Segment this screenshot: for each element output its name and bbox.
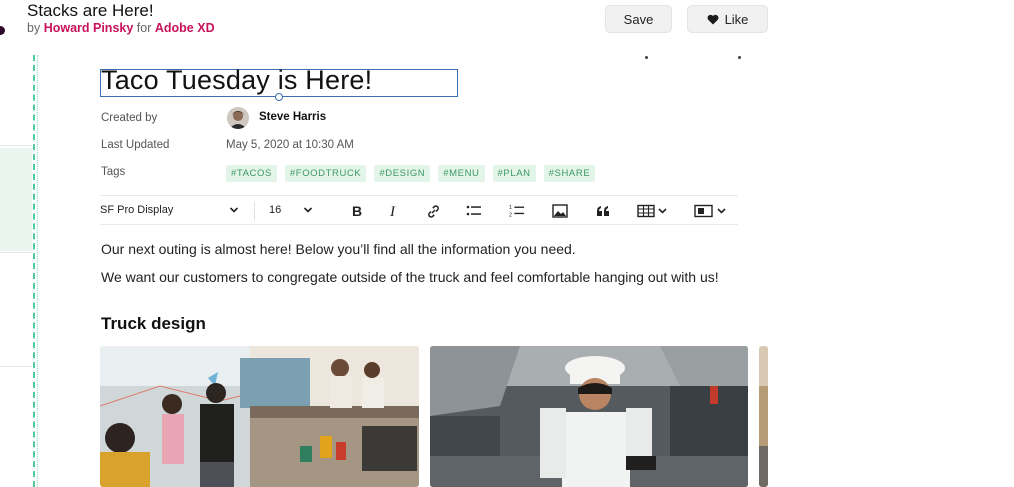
numbered-list-icon[interactable]: 12 xyxy=(509,203,525,219)
byline: by Howard Pinsky for Adobe XD xyxy=(27,21,215,35)
like-button-label: Like xyxy=(724,11,749,27)
table-icon[interactable] xyxy=(637,203,671,219)
tag[interactable]: #MENU xyxy=(438,165,485,182)
chevron-down-icon[interactable] xyxy=(303,206,313,214)
page-title: Stacks are Here! xyxy=(27,1,154,20)
font-family-select[interactable]: SF Pro Display xyxy=(100,204,173,216)
left-divider xyxy=(0,145,32,146)
save-button-label: Save xyxy=(623,11,654,27)
byline-prefix: by xyxy=(27,21,41,35)
svg-text:B: B xyxy=(352,204,362,218)
created-by-value[interactable]: Steve Harris xyxy=(259,111,326,123)
marker-dot xyxy=(645,56,648,59)
paragraph[interactable]: Our next outing is almost here! Below yo… xyxy=(101,240,741,258)
marker-dot xyxy=(738,56,741,59)
last-updated-label: Last Updated xyxy=(101,139,170,151)
byline-for: for xyxy=(136,21,152,35)
chef-photo[interactable] xyxy=(430,346,748,487)
bold-icon[interactable]: B xyxy=(349,203,365,219)
tag[interactable]: #DESIGN xyxy=(374,165,431,182)
author-link[interactable]: Howard Pinsky xyxy=(44,21,134,35)
doc-title[interactable]: Taco Tuesday is Here! xyxy=(101,65,372,96)
tags-label: Tags xyxy=(101,166,126,178)
media-icon[interactable] xyxy=(694,203,730,219)
partial-photo-image xyxy=(759,346,768,487)
paragraph[interactable]: We want our customers to congregate outs… xyxy=(101,268,741,286)
like-button[interactable]: Like xyxy=(687,5,768,33)
tag[interactable]: #SHARE xyxy=(543,165,596,182)
toolbar-divider xyxy=(254,202,255,220)
truck-photo-image xyxy=(100,346,419,487)
bulleted-list-icon[interactable] xyxy=(466,203,482,219)
last-updated-value: May 5, 2020 at 10:30 AM xyxy=(226,139,354,151)
guide-line xyxy=(37,55,38,487)
quote-icon[interactable] xyxy=(595,203,611,219)
format-toolbar: SF Pro Display 16 B I 12 xyxy=(100,195,738,225)
created-by-label: Created by xyxy=(101,112,158,124)
brand-dot xyxy=(0,26,5,35)
chef-photo-image xyxy=(430,346,748,487)
tag[interactable]: #TACOS xyxy=(226,165,277,182)
link-icon[interactable] xyxy=(425,203,441,219)
selection-handle[interactable] xyxy=(275,93,283,101)
left-selected-item[interactable] xyxy=(0,148,32,251)
left-panel xyxy=(0,55,36,487)
avatar-image xyxy=(227,107,249,129)
chevron-down-icon[interactable] xyxy=(229,206,239,214)
image-icon[interactable] xyxy=(552,203,568,219)
avatar xyxy=(227,107,249,129)
partial-photo[interactable] xyxy=(759,346,768,487)
product-link[interactable]: Adobe XD xyxy=(155,21,215,35)
tag-list: #TACOS #FOODTRUCK #DESIGN #MENU #PLAN #S… xyxy=(226,165,596,182)
heart-icon xyxy=(707,14,719,24)
svg-text:I: I xyxy=(389,204,396,218)
tag[interactable]: #FOODTRUCK xyxy=(284,165,367,182)
guide-line xyxy=(33,55,35,487)
section-heading[interactable]: Truck design xyxy=(101,314,206,334)
truck-photo[interactable] xyxy=(100,346,419,487)
svg-text:1: 1 xyxy=(509,205,512,211)
left-divider xyxy=(0,366,32,367)
font-size-select[interactable]: 16 xyxy=(269,204,281,216)
tag[interactable]: #PLAN xyxy=(492,165,536,182)
left-divider xyxy=(0,252,32,253)
svg-text:2: 2 xyxy=(509,212,512,218)
save-button[interactable]: Save xyxy=(605,5,672,33)
italic-icon[interactable]: I xyxy=(386,203,402,219)
